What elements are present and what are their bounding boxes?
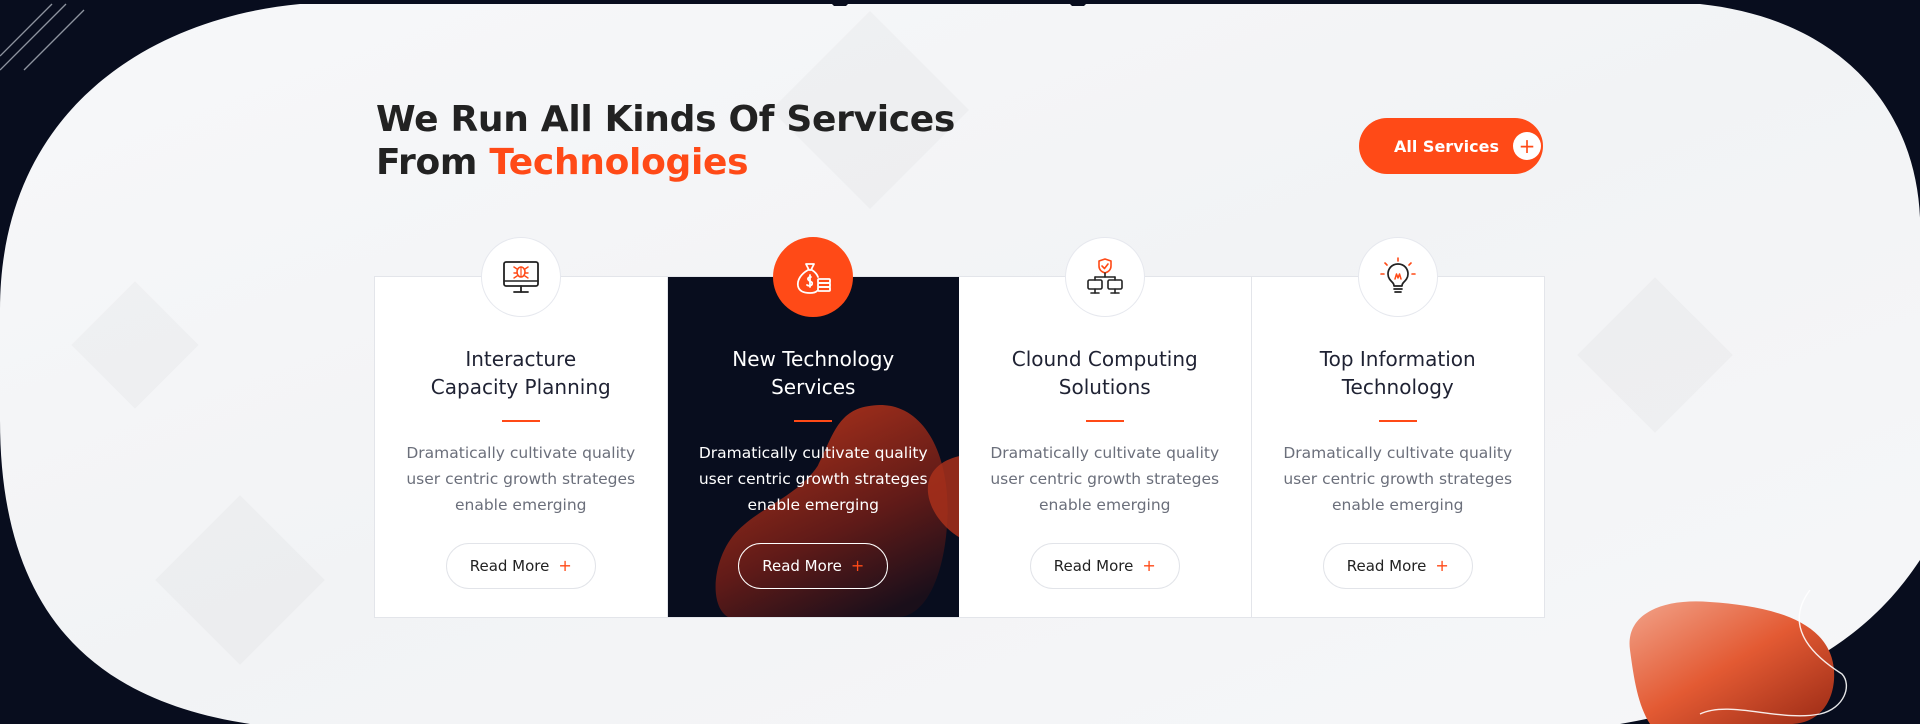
plus-icon: +: [850, 556, 865, 575]
all-services-label: All Services: [1394, 136, 1499, 156]
network-shield-icon: [1086, 258, 1123, 294]
card-title-line-2: Solutions: [1058, 375, 1151, 399]
all-services-button[interactable]: All Services +: [1359, 118, 1543, 174]
read-more-button[interactable]: Read More +: [738, 543, 889, 589]
monitor-bug-icon: [502, 261, 539, 293]
plus-icon: +: [1142, 556, 1156, 575]
services-section: We Run All Kinds Of Services From Techno…: [0, 0, 1920, 724]
card-title-line-1: Top Information: [1319, 347, 1476, 371]
card-title: Interacture Capacity Planning: [375, 345, 667, 401]
plus-icon: +: [1512, 132, 1541, 160]
card-title-line-1: Interacture: [465, 347, 577, 371]
card-title-line-1: Clound Computing: [1011, 347, 1198, 371]
lightbulb-icon: [1379, 257, 1416, 293]
card-title: New Technology Services: [668, 345, 960, 401]
read-more-label: Read More: [762, 557, 842, 575]
service-cards: Interacture Capacity Planning Dramatical…: [374, 237, 1545, 618]
title-divider: [794, 420, 833, 422]
title-divider: [1085, 420, 1124, 422]
service-card-new-technology: New Technology Services Dramatically cul…: [667, 237, 960, 617]
heading-line-1: We Run All Kinds Of Services: [376, 99, 956, 140]
card-title: Clound Computing Solutions: [959, 345, 1251, 401]
title-divider: [1378, 420, 1417, 422]
section-heading: We Run All Kinds Of Services From Techno…: [376, 98, 955, 184]
title-divider: [501, 420, 540, 422]
plus-icon: +: [558, 556, 572, 575]
icon-badge: [1064, 237, 1145, 317]
card-description: Dramatically cultivate quality user cent…: [1283, 444, 1513, 514]
card-title-line-2: Capacity Planning: [430, 375, 611, 399]
card-title: Top Information Technology: [1252, 345, 1545, 401]
service-card-cloud-computing: Clound Computing Solutions Dramatically …: [959, 237, 1252, 617]
read-more-label: Read More: [1053, 557, 1134, 575]
decorative-corner-blob: [1629, 590, 1847, 724]
card-title-line-2: Technology: [1341, 375, 1454, 399]
read-more-button[interactable]: Read More +: [445, 543, 596, 589]
plus-icon: +: [1435, 556, 1449, 575]
card-description: Dramatically cultivate quality user cent…: [698, 444, 928, 514]
icon-badge: [773, 237, 854, 317]
read-more-label: Read More: [1346, 557, 1427, 575]
card-description: Dramatically cultivate quality user cent…: [406, 444, 636, 514]
heading-accent: Technologies: [489, 142, 749, 183]
read-more-button[interactable]: Read More +: [1029, 543, 1180, 589]
card-title-line-1: New Technology: [732, 347, 895, 371]
read-more-label: Read More: [469, 557, 550, 575]
money-bag-icon: [797, 263, 832, 294]
service-card-information-technology: Top Information Technology Dramatically …: [1252, 237, 1545, 617]
icon-badge: [480, 237, 561, 317]
service-card-capacity-planning: Interacture Capacity Planning Dramatical…: [375, 237, 668, 617]
card-title-line-2: Services: [771, 375, 856, 399]
card-description: Dramatically cultivate quality user cent…: [990, 444, 1220, 514]
heading-line-2-prefix: From: [376, 142, 490, 183]
read-more-button[interactable]: Read More +: [1322, 543, 1473, 589]
icon-badge: [1357, 237, 1438, 317]
